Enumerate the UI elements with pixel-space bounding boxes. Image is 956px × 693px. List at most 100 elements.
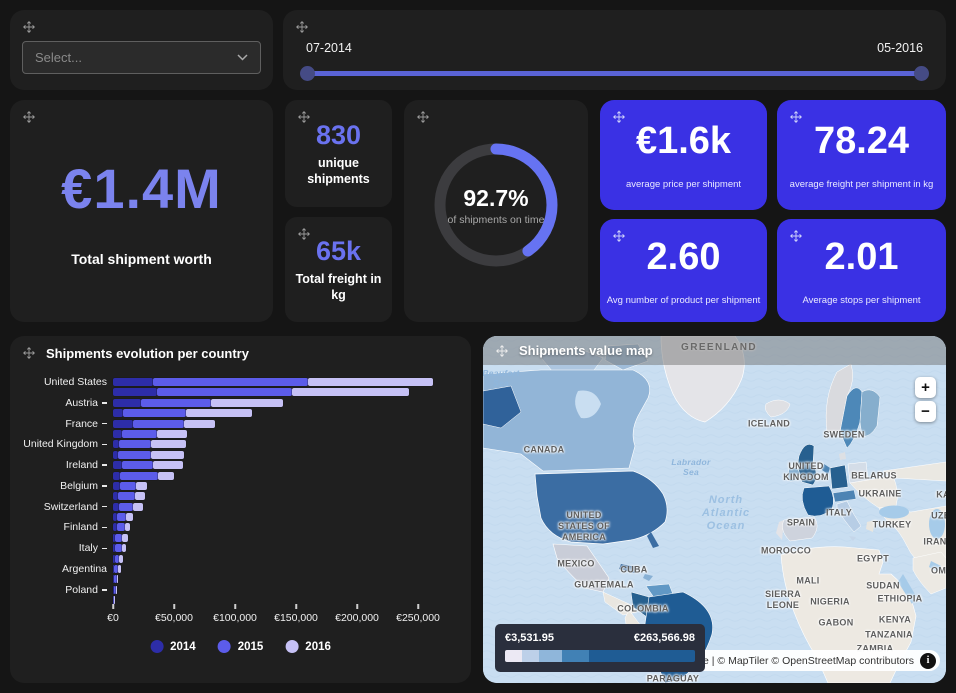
bar-row [10,451,463,459]
slider-handle-end[interactable] [914,66,929,81]
move-icon[interactable] [22,346,36,360]
bar-segment-2015 [153,378,308,386]
legend-max: €263,566.98 [634,632,695,644]
bar-segment-2015 [118,492,135,500]
bar-segment-2016 [153,461,182,469]
avg-price-value: €1.6k [636,120,731,163]
axis-label: €250,000 [396,612,440,624]
stacked-bar [113,409,252,417]
bar-row: United States [10,378,463,386]
legend-gradient-step [522,650,539,662]
bar-row [10,409,463,417]
country-label: Poland [65,584,98,596]
stacked-bar [113,544,126,552]
bar-segment-2016 [116,586,117,594]
avg-price-label: average price per shipment [626,179,741,190]
zoom-out-button[interactable]: − [915,401,936,422]
country-label: Ireland [66,459,98,471]
slider-handle-start[interactable] [300,66,315,81]
bar-segment-2016 [308,378,432,386]
date-range-card: 07-2014 05-2016 [283,10,946,90]
bar-segment-2014 [113,399,141,407]
bar-row [10,534,463,542]
legend-gradient-step [562,650,589,662]
bar-segment-2015 [115,544,121,552]
bar-segment-2015 [120,482,136,490]
avg-stops-card: 2.01 Average stops per shipment [777,219,946,322]
country-tick [102,506,107,508]
legend-gradient [505,650,695,662]
range-start-label: 07-2014 [306,41,352,55]
stacked-bar [113,523,130,531]
select-placeholder: Select... [35,50,82,65]
move-icon[interactable] [297,110,311,124]
move-icon[interactable] [789,229,803,243]
legend-gradient-step [539,650,562,662]
stacked-bar [113,586,117,594]
move-icon[interactable] [297,227,311,241]
stacked-bar [113,388,409,396]
axis-label: €0 [107,612,119,624]
avg-stops-value: 2.01 [825,236,899,279]
legend-dot [150,640,163,653]
map-title: Shipments value map [519,343,653,358]
bar-segment-2016 [135,492,145,500]
info-icon[interactable]: i [920,653,936,669]
chevron-down-icon [237,54,248,61]
country-label: Argentina [62,563,107,575]
total-worth-value: €1.4M [61,156,222,221]
bar-plot: United States Austria France United Kingdom… [10,378,463,607]
legend-min: €3,531.95 [505,632,554,644]
stacked-bar [113,513,133,521]
bar-segment-2014 [113,388,157,396]
legend-dot [218,640,231,653]
bar-row: France [10,420,463,428]
legend-year-label: 2014 [170,641,196,653]
country-tick [102,485,107,487]
bar-segment-2014 [113,420,133,428]
country-label-cell: Austria [10,397,113,409]
avg-freight-value: 78.24 [814,120,909,163]
zoom-in-button[interactable]: + [915,377,936,398]
bar-segment-2016 [151,451,184,459]
legend-item-2014: 2014 [150,640,196,653]
country-tick [102,444,107,446]
move-icon[interactable] [22,20,36,34]
country-tick [102,402,107,404]
bar-row: Belgium [10,482,463,490]
move-icon[interactable] [295,20,309,34]
bar-row: United Kingdom [10,440,463,448]
stacked-bar [113,399,283,407]
move-icon[interactable] [612,229,626,243]
bar-segment-2014 [113,430,122,438]
country-label-cell: Finland [10,521,113,533]
move-icon[interactable] [416,110,430,124]
move-icon[interactable] [612,110,626,124]
avg-products-card: 2.60 Avg number of product per shipment [600,219,767,322]
bar-row: Finland [10,523,463,531]
bar-segment-2016 [158,472,174,480]
bar-segment-2015 [117,523,126,531]
country-select[interactable]: Select... [22,41,261,74]
bar-segment-2015 [120,472,158,480]
bar-segment-2015 [122,461,154,469]
map-header: Shipments value map [483,336,946,365]
move-icon[interactable] [22,110,36,124]
move-icon[interactable] [495,344,509,358]
move-icon[interactable] [789,110,803,124]
bar-segment-2016 [119,555,123,563]
bar-row: Argentina [10,565,463,573]
bar-row: Ireland [10,461,463,469]
bar-segment-2015 [133,420,184,428]
country-tick [102,589,107,591]
avg-price-card: €1.6k average price per shipment [600,100,767,210]
bar-segment-2014 [113,482,120,490]
bar-segment-2016 [211,399,283,407]
avg-freight-label: average freight per shipment in kg [790,179,934,190]
bar-segment-2015 [123,409,186,417]
country-tick [102,527,107,529]
map-card: Shipments value map + − GREENLANDBeaufor… [483,336,946,683]
bar-row [10,388,463,396]
stacked-bar [113,575,118,583]
country-label: United Kingdom [23,438,98,450]
